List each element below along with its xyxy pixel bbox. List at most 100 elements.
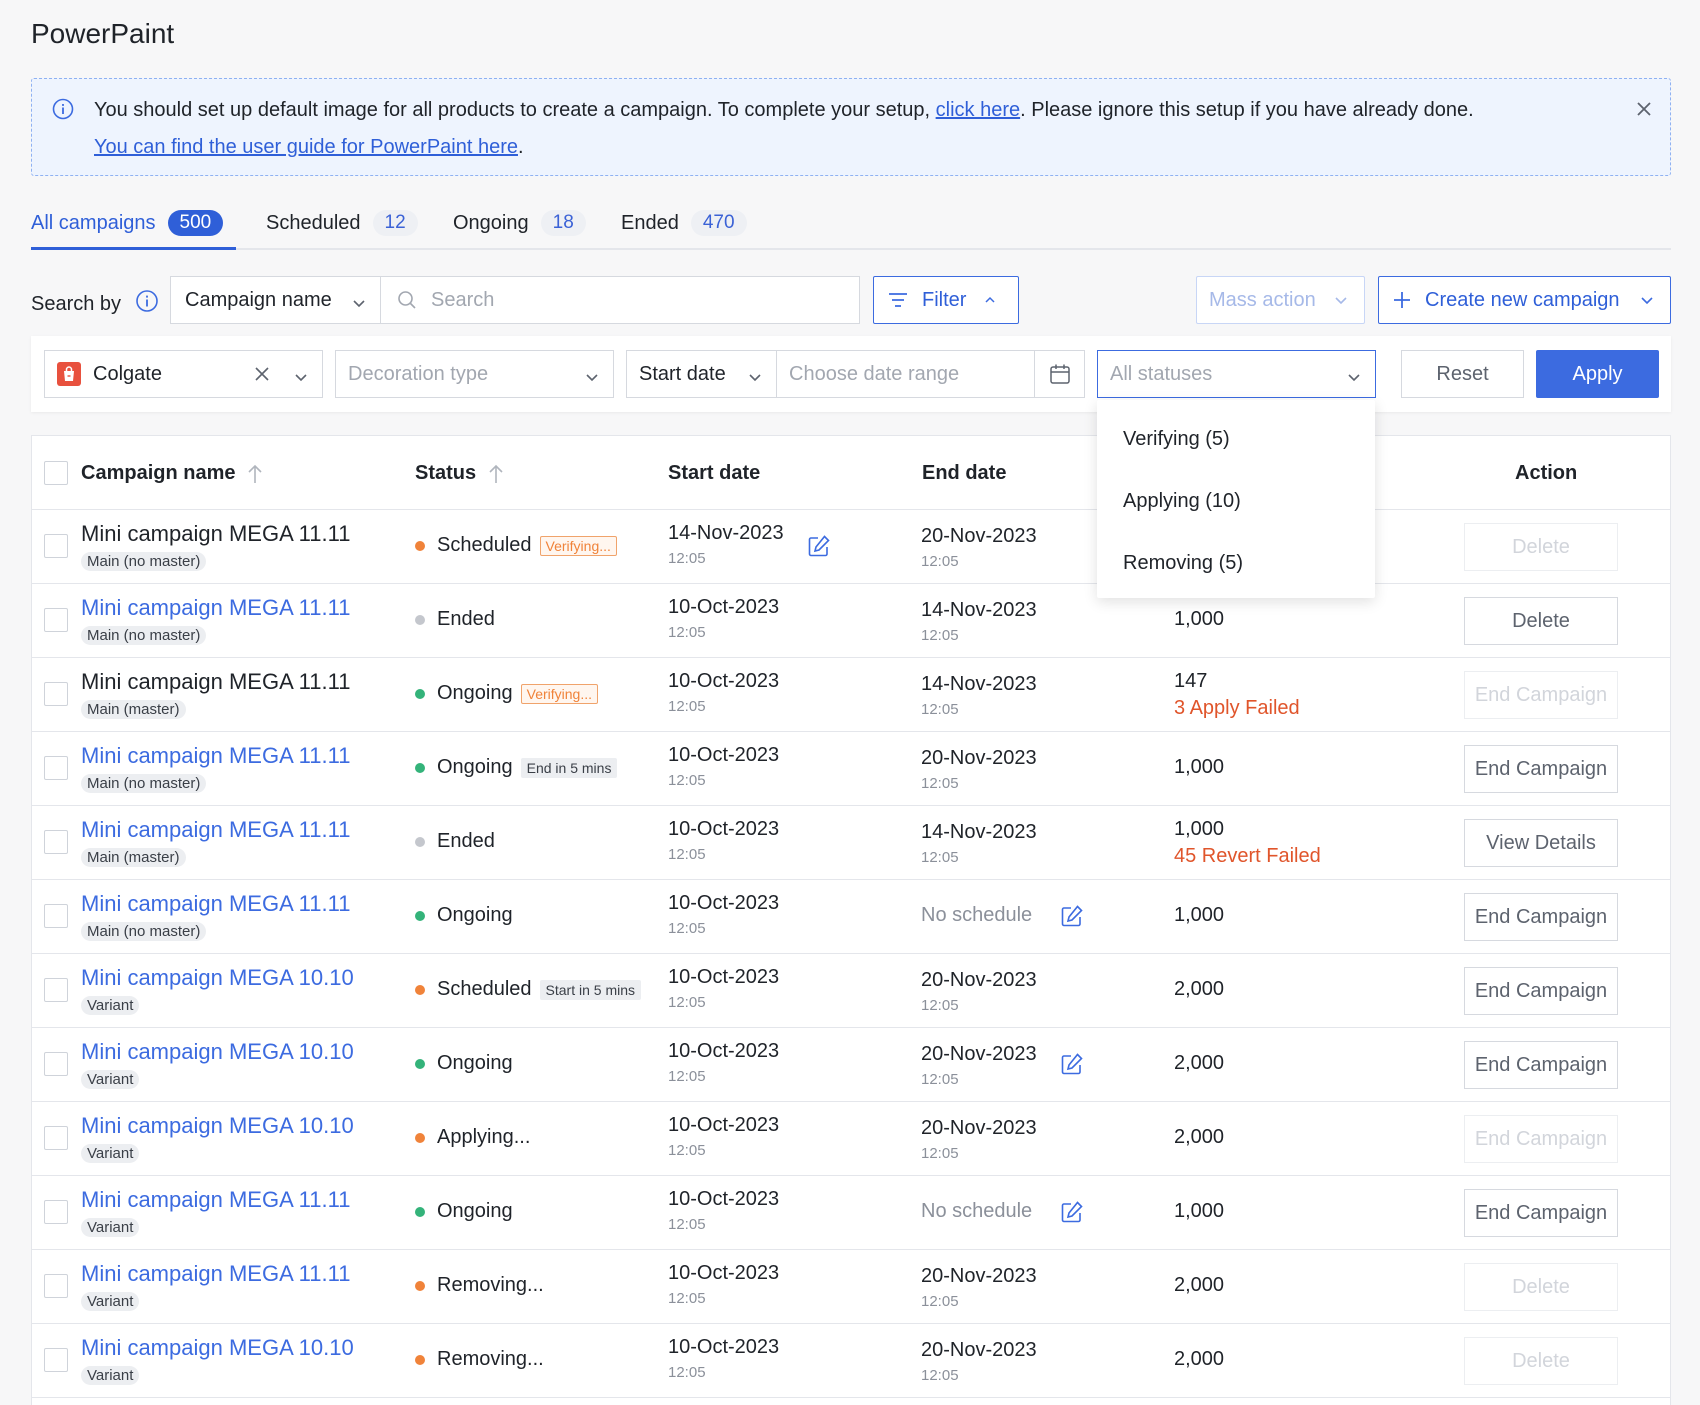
row-checkbox[interactable] xyxy=(44,1348,68,1372)
row-checkbox[interactable] xyxy=(44,1274,68,1298)
product-count: 2,000 xyxy=(1174,1126,1225,1148)
edit-icon[interactable] xyxy=(1060,1052,1084,1081)
status-option-removing[interactable]: Removing (5) xyxy=(1123,552,1243,575)
campaign-name[interactable]: Mini campaign MEGA 10.10 xyxy=(81,965,354,991)
product-count: 2,000 xyxy=(1174,1348,1225,1370)
mass-action-button[interactable]: Mass action xyxy=(1196,276,1365,324)
start-date: 10-Oct-2023 xyxy=(668,1040,780,1062)
search-field-select[interactable]: Campaign name xyxy=(170,276,381,324)
col-campaign-name[interactable]: Campaign name xyxy=(81,462,263,485)
chevron-down-icon xyxy=(1640,293,1654,307)
campaign-name[interactable]: Mini campaign MEGA 11.11 xyxy=(81,891,350,917)
campaign-table: Campaign name Status Start date End date… xyxy=(31,435,1671,1405)
end-time: 12:05 xyxy=(921,553,959,570)
end-time: 12:05 xyxy=(921,849,959,866)
status-badge: End in 5 mins xyxy=(520,757,618,778)
status-cell: Ended xyxy=(415,830,495,853)
action-button[interactable]: End Campaign xyxy=(1464,1041,1618,1089)
tab-label: All campaigns xyxy=(31,211,156,234)
campaign-type-tag: Variant xyxy=(81,996,140,1015)
status-label: Scheduled xyxy=(437,978,532,1000)
action-button: Delete xyxy=(1464,1337,1618,1385)
row-checkbox[interactable] xyxy=(44,1052,68,1076)
campaign-name[interactable]: Mini campaign MEGA 11.11 xyxy=(81,817,350,843)
shop-select[interactable]: Colgate xyxy=(44,350,323,398)
apply-button[interactable]: Apply xyxy=(1536,350,1659,398)
row-checkbox[interactable] xyxy=(44,608,68,632)
row-checkbox[interactable] xyxy=(44,1126,68,1150)
campaign-name[interactable]: Mini campaign MEGA 11.11 xyxy=(81,1187,350,1213)
action-button[interactable]: End Campaign xyxy=(1464,893,1618,941)
tab-scheduled[interactable]: Scheduled 12 xyxy=(266,202,418,244)
row-checkbox[interactable] xyxy=(44,682,68,706)
tab-all-campaigns[interactable]: All campaigns 500 xyxy=(31,202,224,244)
tab-ongoing[interactable]: Ongoing 18 xyxy=(453,202,586,244)
status-select[interactable]: All statuses xyxy=(1097,350,1376,398)
edit-icon[interactable] xyxy=(1060,904,1084,933)
decoration-placeholder: Decoration type xyxy=(348,362,489,385)
clear-icon[interactable] xyxy=(254,366,270,382)
info-icon[interactable] xyxy=(135,289,159,319)
status-dot xyxy=(415,762,425,773)
edit-icon[interactable] xyxy=(807,534,831,563)
status-dot xyxy=(415,1206,425,1217)
shop-value: Colgate xyxy=(93,362,162,385)
decoration-type-select[interactable]: Decoration type xyxy=(335,350,614,398)
campaign-name[interactable]: Mini campaign MEGA 11.11 xyxy=(81,595,350,621)
col-status[interactable]: Status xyxy=(415,462,504,485)
start-time: 12:05 xyxy=(668,550,706,567)
campaign-name[interactable]: Mini campaign MEGA 11.11 xyxy=(81,743,350,769)
info-icon xyxy=(52,98,74,126)
chevron-down-icon xyxy=(1334,293,1348,307)
filter-panel: Colgate Decoration type Start date Choos… xyxy=(31,336,1671,412)
col-start-date: Start date xyxy=(668,462,761,484)
table-row: Mini campaign MEGA 11.11 Variant Removing.… xyxy=(32,1250,1670,1324)
failure-count[interactable]: 3 Apply Failed xyxy=(1174,697,1300,720)
close-icon[interactable] xyxy=(1634,99,1654,125)
campaign-name[interactable]: Mini campaign MEGA 10.10 xyxy=(81,1113,354,1139)
failure-count[interactable]: 45 Revert Failed xyxy=(1174,845,1321,868)
click-here-link[interactable]: click here xyxy=(936,99,1020,121)
tab-count: 18 xyxy=(540,210,586,236)
create-label: Create new campaign xyxy=(1425,288,1620,311)
row-checkbox[interactable] xyxy=(44,756,68,780)
action-button[interactable]: End Campaign xyxy=(1464,967,1618,1015)
notice-line2-suffix: . xyxy=(517,136,524,158)
row-checkbox[interactable] xyxy=(44,978,68,1002)
campaign-name[interactable]: Mini campaign MEGA 10.10 xyxy=(81,1335,354,1361)
user-guide-link[interactable]: You can find the user guide for PowerPai… xyxy=(94,136,518,158)
action-button[interactable]: End Campaign xyxy=(1464,745,1618,793)
campaign-type-tag: Variant xyxy=(81,1292,140,1311)
search-input[interactable]: Search xyxy=(380,276,860,324)
edit-icon[interactable] xyxy=(1060,1200,1084,1229)
date-range-input[interactable]: Choose date range xyxy=(776,350,1085,398)
sort-arrow-icon[interactable] xyxy=(488,464,504,484)
status-cell: Ended xyxy=(415,608,495,631)
row-checkbox[interactable] xyxy=(44,830,68,854)
row-checkbox[interactable] xyxy=(44,534,68,558)
create-new-campaign-button[interactable]: Create new campaign xyxy=(1378,276,1671,324)
chevron-down-icon xyxy=(352,293,366,316)
sort-arrow-icon[interactable] xyxy=(247,464,263,484)
date-field-select[interactable]: Start date xyxy=(626,350,777,398)
reset-button[interactable]: Reset xyxy=(1401,350,1524,398)
shop-icon xyxy=(57,362,81,386)
action-button[interactable]: Delete xyxy=(1464,597,1618,645)
status-option-verifying[interactable]: Verifying (5) xyxy=(1123,428,1230,451)
col-end-date: End date xyxy=(922,462,1007,484)
action-button[interactable]: View Details xyxy=(1464,819,1618,867)
row-checkbox[interactable] xyxy=(44,1200,68,1224)
action-button[interactable]: End Campaign xyxy=(1464,1189,1618,1237)
tab-ended[interactable]: Ended 470 xyxy=(621,202,747,244)
campaign-name[interactable]: Mini campaign MEGA 11.11 xyxy=(81,1261,350,1287)
select-all-checkbox[interactable] xyxy=(44,461,68,485)
product-count: 1,000 xyxy=(1174,904,1225,926)
campaign-name[interactable]: Mini campaign MEGA 10.10 xyxy=(81,1039,354,1065)
status-option-applying[interactable]: Applying (10) xyxy=(1123,490,1241,513)
row-checkbox[interactable] xyxy=(44,904,68,928)
table-header: Campaign name Status Start date End date… xyxy=(32,436,1670,510)
filter-button[interactable]: Filter xyxy=(873,276,1019,324)
table-row: Mini campaign MEGA 11.11 Main (master) Ong… xyxy=(32,658,1670,732)
calendar-icon[interactable] xyxy=(1034,351,1084,397)
date-range-placeholder: Choose date range xyxy=(789,362,960,385)
